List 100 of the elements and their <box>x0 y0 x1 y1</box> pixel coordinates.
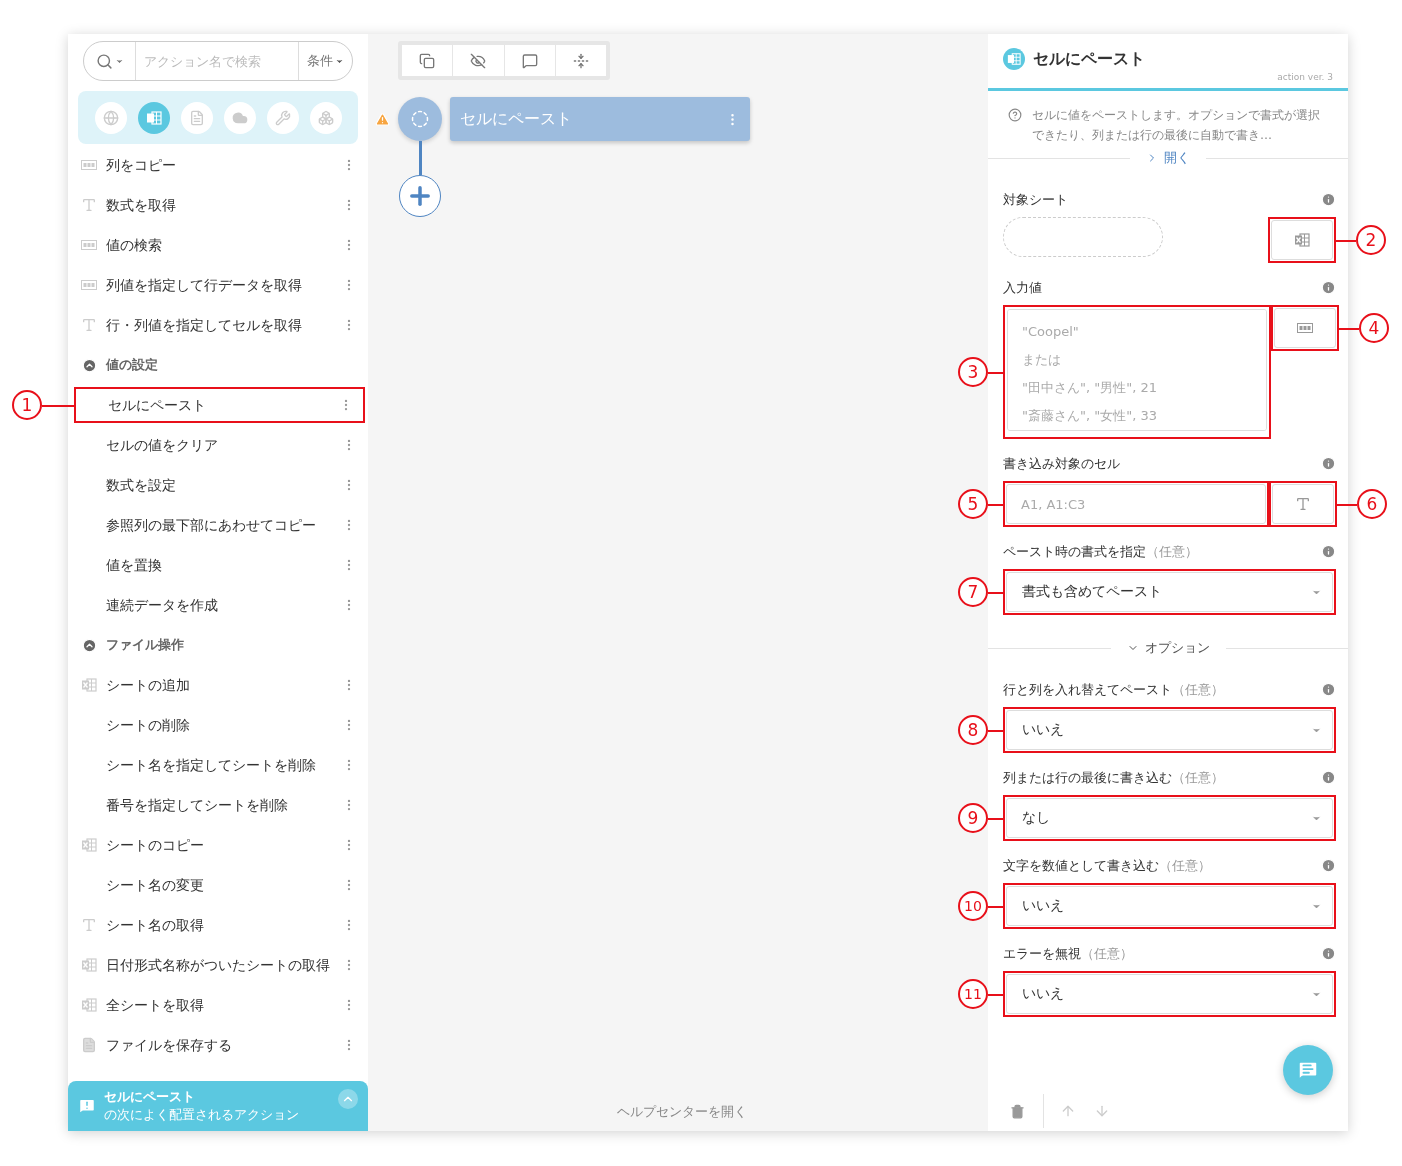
banner-subtitle: の次によく配置されるアクション <box>104 1106 299 1124</box>
select-field[interactable]: 書式も含めてペースト <box>1006 572 1333 612</box>
action-item[interactable]: シートの追加 <box>106 676 342 694</box>
help-icon <box>1008 108 1022 122</box>
add-button[interactable] <box>399 175 441 217</box>
copy-icon <box>419 52 436 69</box>
input-field[interactable]: A1, A1:C3 <box>1006 484 1266 524</box>
optional-label: （任意） <box>1172 682 1224 697</box>
section-header[interactable]: 値の設定 <box>106 356 356 374</box>
text-icon <box>1295 496 1311 512</box>
info-icon[interactable] <box>1321 681 1336 697</box>
collapse-button[interactable] <box>338 1089 358 1109</box>
callout-marker: 6 <box>1357 489 1387 519</box>
field-label: 列または行の最後に書き込む <box>1003 770 1172 785</box>
arrow-down-icon <box>1094 1103 1110 1119</box>
action-item[interactable]: 日付形式名称がついたシートの取得 <box>106 956 342 974</box>
collapse-button[interactable] <box>554 45 606 76</box>
input-field[interactable]: "Coopel" または "田中さん", "男性", 21 "斎藤さん", "女性", 33 <box>1007 309 1267 431</box>
action-item[interactable]: セルにペースト <box>108 396 339 414</box>
action-item[interactable]: セルの値をクリア <box>106 436 342 454</box>
category-button[interactable] <box>180 101 213 134</box>
hide-button[interactable] <box>452 45 504 76</box>
field-label: 行と列を入れ替えてペースト <box>1003 682 1172 697</box>
filter-button[interactable]: 条件 <box>298 42 352 80</box>
action-item[interactable]: 参照列の最下部にあわせてコピー <box>106 516 342 534</box>
optional-label: （任意） <box>1159 858 1211 873</box>
select-field[interactable]: いいえ <box>1006 974 1333 1014</box>
description-text: セルに値をペーストします。オプションで書式が選択できたり、列または行の最後に自動で書き… <box>1032 107 1321 144</box>
spreadsheet-icon <box>81 957 97 973</box>
column-icon <box>81 279 97 291</box>
field-label: 書き込み対象のセル <box>1003 456 1120 471</box>
spreadsheet-icon <box>81 837 97 853</box>
info-icon[interactable] <box>1321 455 1336 471</box>
info-icon[interactable] <box>1321 279 1336 295</box>
spreadsheet-icon <box>81 997 97 1013</box>
boxes-icon <box>317 109 334 126</box>
banner-title: セルにペースト <box>104 1088 196 1106</box>
action-item[interactable]: 全シートを取得 <box>106 996 342 1014</box>
action-item[interactable]: シート名の変更 <box>106 876 342 894</box>
file-icon <box>81 1037 97 1053</box>
category-button[interactable] <box>223 101 256 134</box>
text-icon <box>81 317 97 333</box>
action-item[interactable]: 値を置換 <box>106 556 342 574</box>
text-icon <box>81 917 97 933</box>
category-button[interactable] <box>94 101 127 134</box>
field-label: 入力値 <box>1003 280 1042 295</box>
spreadsheet-icon <box>1007 52 1021 66</box>
field-label: 文字を数値として書き込む <box>1003 858 1159 873</box>
info-icon[interactable] <box>1321 543 1336 559</box>
optional-label: （任意） <box>1146 544 1198 559</box>
spreadsheet-icon <box>1294 232 1310 248</box>
action-item[interactable]: シートの削除 <box>106 716 342 734</box>
category-button[interactable] <box>309 101 342 134</box>
globe-icon <box>102 109 119 126</box>
select-field[interactable]: いいえ <box>1006 886 1333 926</box>
options-toggle[interactable]: オプション <box>1118 639 1218 657</box>
comment-button[interactable] <box>503 45 555 76</box>
action-item[interactable]: 列をコピー <box>106 156 342 174</box>
search-icon <box>95 52 113 70</box>
move-up-button[interactable] <box>1060 1103 1076 1119</box>
action-item[interactable]: 数式を取得 <box>106 196 342 214</box>
collapse-icon[interactable] <box>81 357 97 373</box>
callout-marker: 4 <box>1359 313 1389 343</box>
select-field[interactable]: なし <box>1006 798 1333 838</box>
info-icon[interactable] <box>1321 857 1336 873</box>
copy-button[interactable] <box>402 45 453 76</box>
move-down-button[interactable] <box>1094 1103 1110 1119</box>
info-icon[interactable] <box>1321 191 1336 207</box>
expand-link[interactable]: 開く <box>1138 149 1198 167</box>
action-item[interactable]: 連続データを作成 <box>106 596 342 614</box>
connector-line <box>419 141 422 175</box>
action-item[interactable]: シート名の取得 <box>106 916 342 934</box>
action-item[interactable]: シートのコピー <box>106 836 342 854</box>
action-item[interactable]: 値の検索 <box>106 236 342 254</box>
alert-message-icon <box>78 1097 96 1115</box>
action-item[interactable]: 行・列値を指定してセルを取得 <box>106 316 342 334</box>
action-item[interactable]: 番号を指定してシートを削除 <box>106 796 342 814</box>
spreadsheet-icon <box>145 109 162 126</box>
node-circle[interactable] <box>398 97 442 141</box>
text-icon <box>81 197 97 213</box>
info-icon[interactable] <box>1321 945 1336 961</box>
eye-off-icon <box>470 52 487 69</box>
panel-title: セルにペースト <box>1033 48 1145 70</box>
chat-button[interactable] <box>1283 1045 1333 1095</box>
collapse-icon[interactable] <box>81 637 97 653</box>
delete-button[interactable] <box>1010 1103 1025 1119</box>
action-item[interactable]: 列値を指定して行データを取得 <box>106 276 342 294</box>
category-button[interactable] <box>137 101 170 134</box>
callout-marker: 2 <box>1356 225 1386 255</box>
section-header[interactable]: ファイル操作 <box>106 636 356 654</box>
collapse-icon <box>572 52 589 69</box>
action-item[interactable]: シート名を指定してシートを削除 <box>106 756 342 774</box>
select-field[interactable]: いいえ <box>1006 710 1333 750</box>
search-field[interactable]: アクション名で検索 <box>136 53 298 69</box>
action-item[interactable]: ファイルを保存する <box>106 1036 342 1054</box>
action-item[interactable]: 数式を設定 <box>106 476 342 494</box>
info-icon[interactable] <box>1321 769 1336 785</box>
callout-marker: 1 <box>12 390 42 420</box>
category-button[interactable] <box>266 101 299 134</box>
tools-icon <box>274 109 291 126</box>
